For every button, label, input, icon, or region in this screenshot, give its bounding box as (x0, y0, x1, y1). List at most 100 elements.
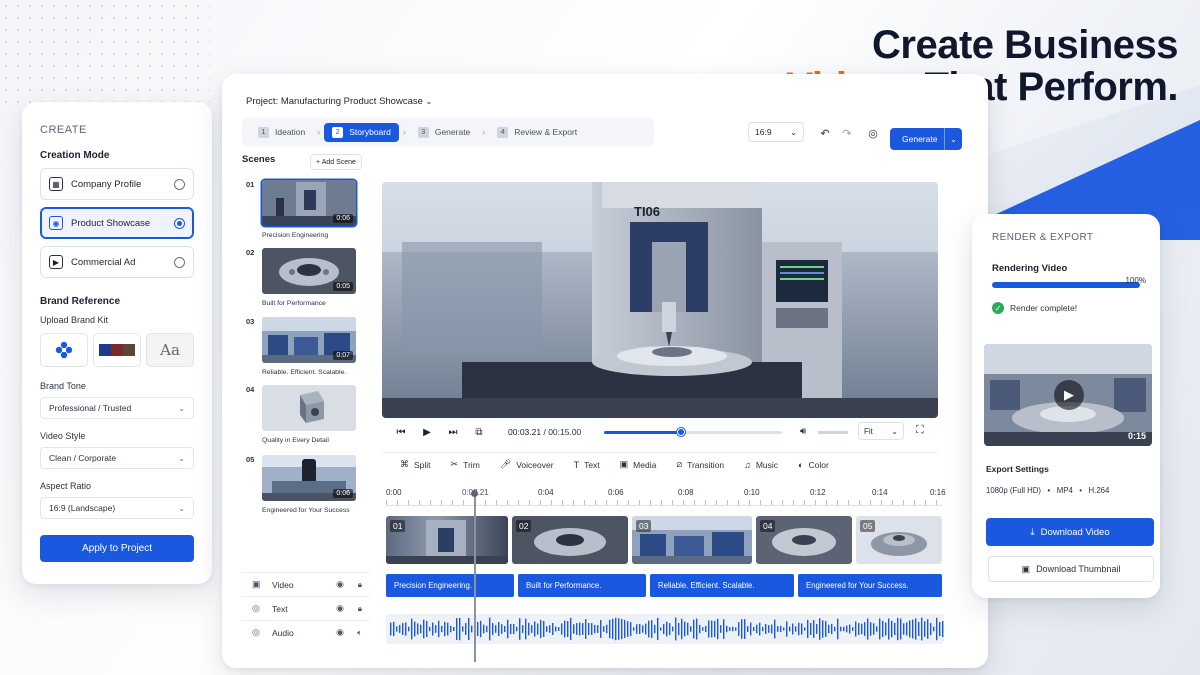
waveform-bar (756, 624, 758, 634)
check-icon: ✓ (992, 302, 1004, 314)
rendered-video-thumbnail[interactable]: ▶ 0:15 (984, 344, 1152, 446)
timeline-ruler[interactable]: 0:00 0:03.21 0:04 0:06 0:08 0:10 0:12 0:… (386, 484, 946, 506)
tool-music[interactable]: ♫ Music (744, 460, 778, 470)
waveform-bar (435, 625, 437, 633)
speaker-icon[interactable]: 🔈︎ (357, 628, 362, 638)
render-export-caption: RENDER & EXPORT (992, 232, 1094, 243)
lock-icon[interactable]: 🔒︎ (358, 580, 362, 590)
download-video-button[interactable]: ⤓ Download Video (986, 518, 1154, 546)
step-ideation[interactable]: 1 Ideation (250, 123, 313, 142)
tool-trim[interactable]: ✂ Trim (451, 459, 480, 470)
tool-media[interactable]: ▣ Media (620, 459, 657, 470)
download-thumbnail-button[interactable]: ▣ Download Thumbnail (988, 556, 1154, 582)
step-review-export[interactable]: 4 Review & Export (489, 123, 585, 142)
scene-caption: Engineered for Your Success (262, 507, 350, 514)
video-clip[interactable]: 02 (512, 516, 628, 564)
mode-commercial-ad[interactable]: ▶ Commercial Ad (40, 246, 194, 278)
seek-bar[interactable] (604, 428, 782, 436)
eye-icon[interactable]: ◉ (336, 579, 344, 590)
ruler-ticks (386, 500, 942, 505)
video-preview[interactable]: TI06 (382, 182, 938, 418)
audio-waveform[interactable] (386, 614, 947, 644)
waveform-bar (825, 621, 827, 637)
mode-company-profile[interactable]: ▦ Company Profile (40, 168, 194, 200)
playhead[interactable] (471, 490, 477, 662)
skip-forward-icon[interactable]: ⏭︎ (446, 427, 460, 438)
waveform-bar (684, 621, 686, 637)
ratio-select[interactable]: 16:9 ⌄ (748, 122, 804, 142)
upload-brand-kit-label: Upload Brand Kit (40, 315, 109, 325)
undo-icon[interactable]: ↶ (818, 126, 832, 140)
ruler-label: 0:12 (810, 488, 826, 497)
waveform-bar (621, 618, 623, 640)
brand-font-tile[interactable]: Aa (146, 333, 194, 367)
apply-to-project-button[interactable]: Apply to Project (40, 535, 194, 562)
track-video[interactable]: ▣ Video ◉ 🔒︎ (242, 572, 370, 596)
scene-duration: 0:07 (333, 351, 353, 360)
volume-icon[interactable]: 🔊︎ (800, 426, 806, 437)
track-audio[interactable]: ◎ Audio ◉ 🔈︎ (242, 620, 370, 644)
image-icon: ▣ (1021, 563, 1031, 574)
waveform-bar (891, 620, 893, 638)
video-clip[interactable]: 03 (632, 516, 752, 564)
waveform-bar (921, 617, 923, 641)
waveform-bar (735, 627, 737, 631)
brand-tone-select[interactable]: Professional / Trusted ⌄ (40, 397, 194, 419)
caption-clip[interactable]: Precision Engineering. (386, 574, 514, 597)
ruler-label: 0:04 (538, 488, 554, 497)
caption-clip[interactable]: Built for Performance. (518, 574, 646, 597)
tool-label: Voiceover (516, 459, 554, 470)
editor-window: Project: Manufacturing Product Showcase … (222, 74, 988, 668)
generate-button[interactable]: Generate ⌄ (890, 128, 962, 150)
seek-handle[interactable] (676, 428, 685, 436)
play-icon[interactable]: ▶ (1054, 380, 1084, 410)
waveform-bar (681, 618, 683, 640)
step-storyboard[interactable]: 2 Storyboard (324, 122, 399, 142)
mode-radio[interactable] (174, 178, 185, 190)
download-icon: ⤓ (1030, 526, 1035, 538)
edit-toolbar: ⌘ Split ✂ Trim 🎤︎ Voiceover T Text ▣ Media ⧄ T… (382, 452, 938, 476)
waveform-bar (717, 618, 719, 640)
tool-voiceover[interactable]: 🎤︎ Voiceover (500, 459, 554, 470)
tool-label: Text (584, 459, 600, 470)
step-generate[interactable]: 3 Generate (410, 123, 478, 142)
chevron-down-icon[interactable]: ⌄ (944, 128, 962, 150)
preview-play-icon[interactable]: ◎ (866, 126, 880, 140)
mode-radio[interactable] (174, 256, 185, 268)
waveform-bar (579, 622, 581, 636)
eye-icon[interactable]: ◉ (336, 603, 344, 614)
text-icon: T (573, 459, 580, 470)
waveform-bar (747, 626, 749, 632)
brand-logo-tile[interactable] (40, 333, 88, 367)
fit-select[interactable]: Fit ⌄ (858, 422, 904, 440)
tool-split[interactable]: ⌘ Split (400, 459, 431, 470)
add-scene-button[interactable]: + Add Scene (310, 154, 362, 170)
tool-color[interactable]: ◐ Color (798, 460, 829, 470)
lock-icon[interactable]: 🔒︎ (358, 604, 362, 614)
video-clip[interactable]: 01 (386, 516, 508, 564)
mode-radio[interactable] (174, 217, 185, 229)
tool-text[interactable]: T Text (574, 460, 600, 470)
loop-icon[interactable]: ⧉ (472, 427, 486, 438)
waveform-bar (588, 622, 590, 636)
track-text[interactable]: ◎ Text ◉ 🔒︎ (242, 596, 370, 620)
eye-icon[interactable]: ◉ (336, 627, 344, 638)
video-style-select[interactable]: Clean / Corporate ⌄ (40, 447, 194, 469)
aspect-ratio-select[interactable]: 16:9 (Landscape) ⌄ (40, 497, 194, 519)
waveform-bar (576, 623, 578, 635)
video-clip[interactable]: 05 (856, 516, 942, 564)
skip-back-icon[interactable]: ⏮︎ (394, 427, 408, 438)
play-icon[interactable]: ▶ (420, 427, 434, 438)
fullscreen-icon[interactable]: ⛶ (916, 424, 924, 437)
waveform-bar (795, 626, 797, 632)
caption-clip[interactable]: Engineered for Your Success. (798, 574, 942, 597)
video-clip[interactable]: 04 (756, 516, 852, 564)
brand-colors-tile[interactable] (93, 333, 141, 367)
volume-slider[interactable] (818, 431, 848, 434)
project-title[interactable]: Project: Manufacturing Product Showcase … (246, 96, 432, 107)
tool-transition[interactable]: ⧄ Transition (676, 459, 724, 470)
scene-number: 02 (246, 248, 255, 257)
mode-product-showcase[interactable]: ◉ Product Showcase (40, 207, 194, 239)
caption-clip[interactable]: Reliable. Efficient. Scalable. (650, 574, 794, 597)
redo-icon[interactable]: ↷ (840, 126, 854, 140)
